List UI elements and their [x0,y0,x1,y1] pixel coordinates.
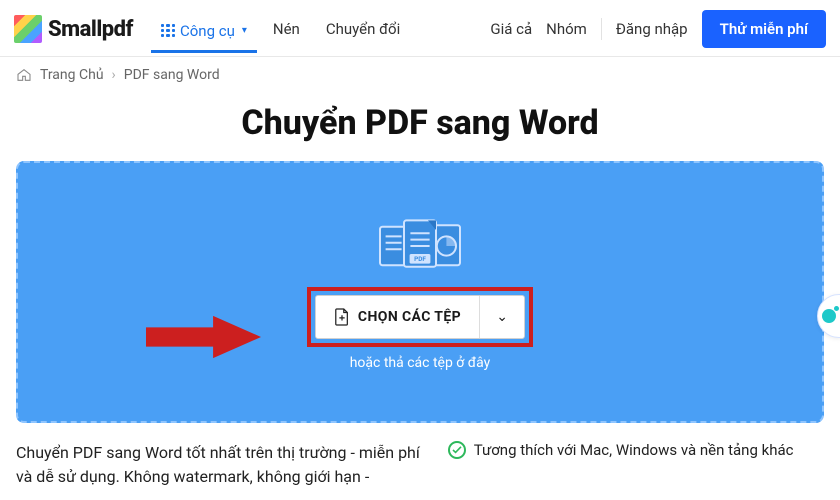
home-icon [16,68,32,82]
nav-convert[interactable]: Chuyển đổi [316,14,410,44]
chevron-down-icon: ⌄ [496,309,508,325]
logo-icon [14,15,42,43]
file-dropzone[interactable]: PDF CHỌN CÁC TỆP ⌄ hoặc thả các tệp ở đâ… [16,161,824,423]
nav-divider [601,18,602,40]
breadcrumb-current[interactable]: PDF sang Word [124,67,220,83]
feature-item: Tương thích với Mac, Windows và nền tảng… [448,441,824,459]
nav-login[interactable]: Đăng nhập [616,20,688,38]
check-circle-icon [448,441,466,459]
file-add-icon [334,308,350,326]
breadcrumb: Trang Chủ › PDF sang Word [0,57,840,93]
breadcrumb-home[interactable]: Trang Chủ [40,67,104,83]
page-description: Chuyển PDF sang Word tốt nhất trên thị t… [16,441,424,489]
nav-pricing[interactable]: Giá cả [490,20,532,38]
svg-text:PDF: PDF [414,255,426,263]
nav-compress[interactable]: Nén [263,14,310,44]
grid-icon [161,24,175,38]
top-nav: Smallpdf Công cụ ▾ Nén Chuyển đổi Giá cả… [0,0,840,57]
droplet-icon [822,309,836,323]
choose-files-dropdown-toggle[interactable]: ⌄ [480,296,524,338]
page-title: Chuyển PDF sang Word [0,93,840,161]
breadcrumb-separator: › [112,67,116,83]
primary-nav: Công cụ ▾ Nén Chuyển đổi [151,14,410,44]
documents-icon: PDF [372,213,468,279]
free-trial-button[interactable]: Thử miễn phí [702,10,826,48]
chevron-down-icon: ▾ [242,25,247,36]
highlight-annotation: CHỌN CÁC TỆP ⌄ [311,291,529,343]
nav-tools[interactable]: Công cụ ▾ [151,16,257,53]
feature-list: Tương thích với Mac, Windows và nền tảng… [448,441,824,489]
secondary-nav: Giá cả Nhóm Đăng nhập Thử miễn phí [490,10,826,48]
arrow-annotation-icon [146,315,261,359]
feature-text: Tương thích với Mac, Windows và nền tảng… [474,441,794,459]
drop-hint: hoặc thả các tệp ở đây [350,355,491,371]
nav-teams[interactable]: Nhóm [546,20,587,38]
choose-files-button[interactable]: CHỌN CÁC TỆP ⌄ [315,295,525,339]
nav-tools-label: Công cụ [180,22,235,40]
below-content: Chuyển PDF sang Word tốt nhất trên thị t… [0,423,840,489]
choose-files-label: CHỌN CÁC TỆP [358,309,461,325]
brand-name: Smallpdf [48,17,133,42]
brand-logo[interactable]: Smallpdf [14,15,133,43]
